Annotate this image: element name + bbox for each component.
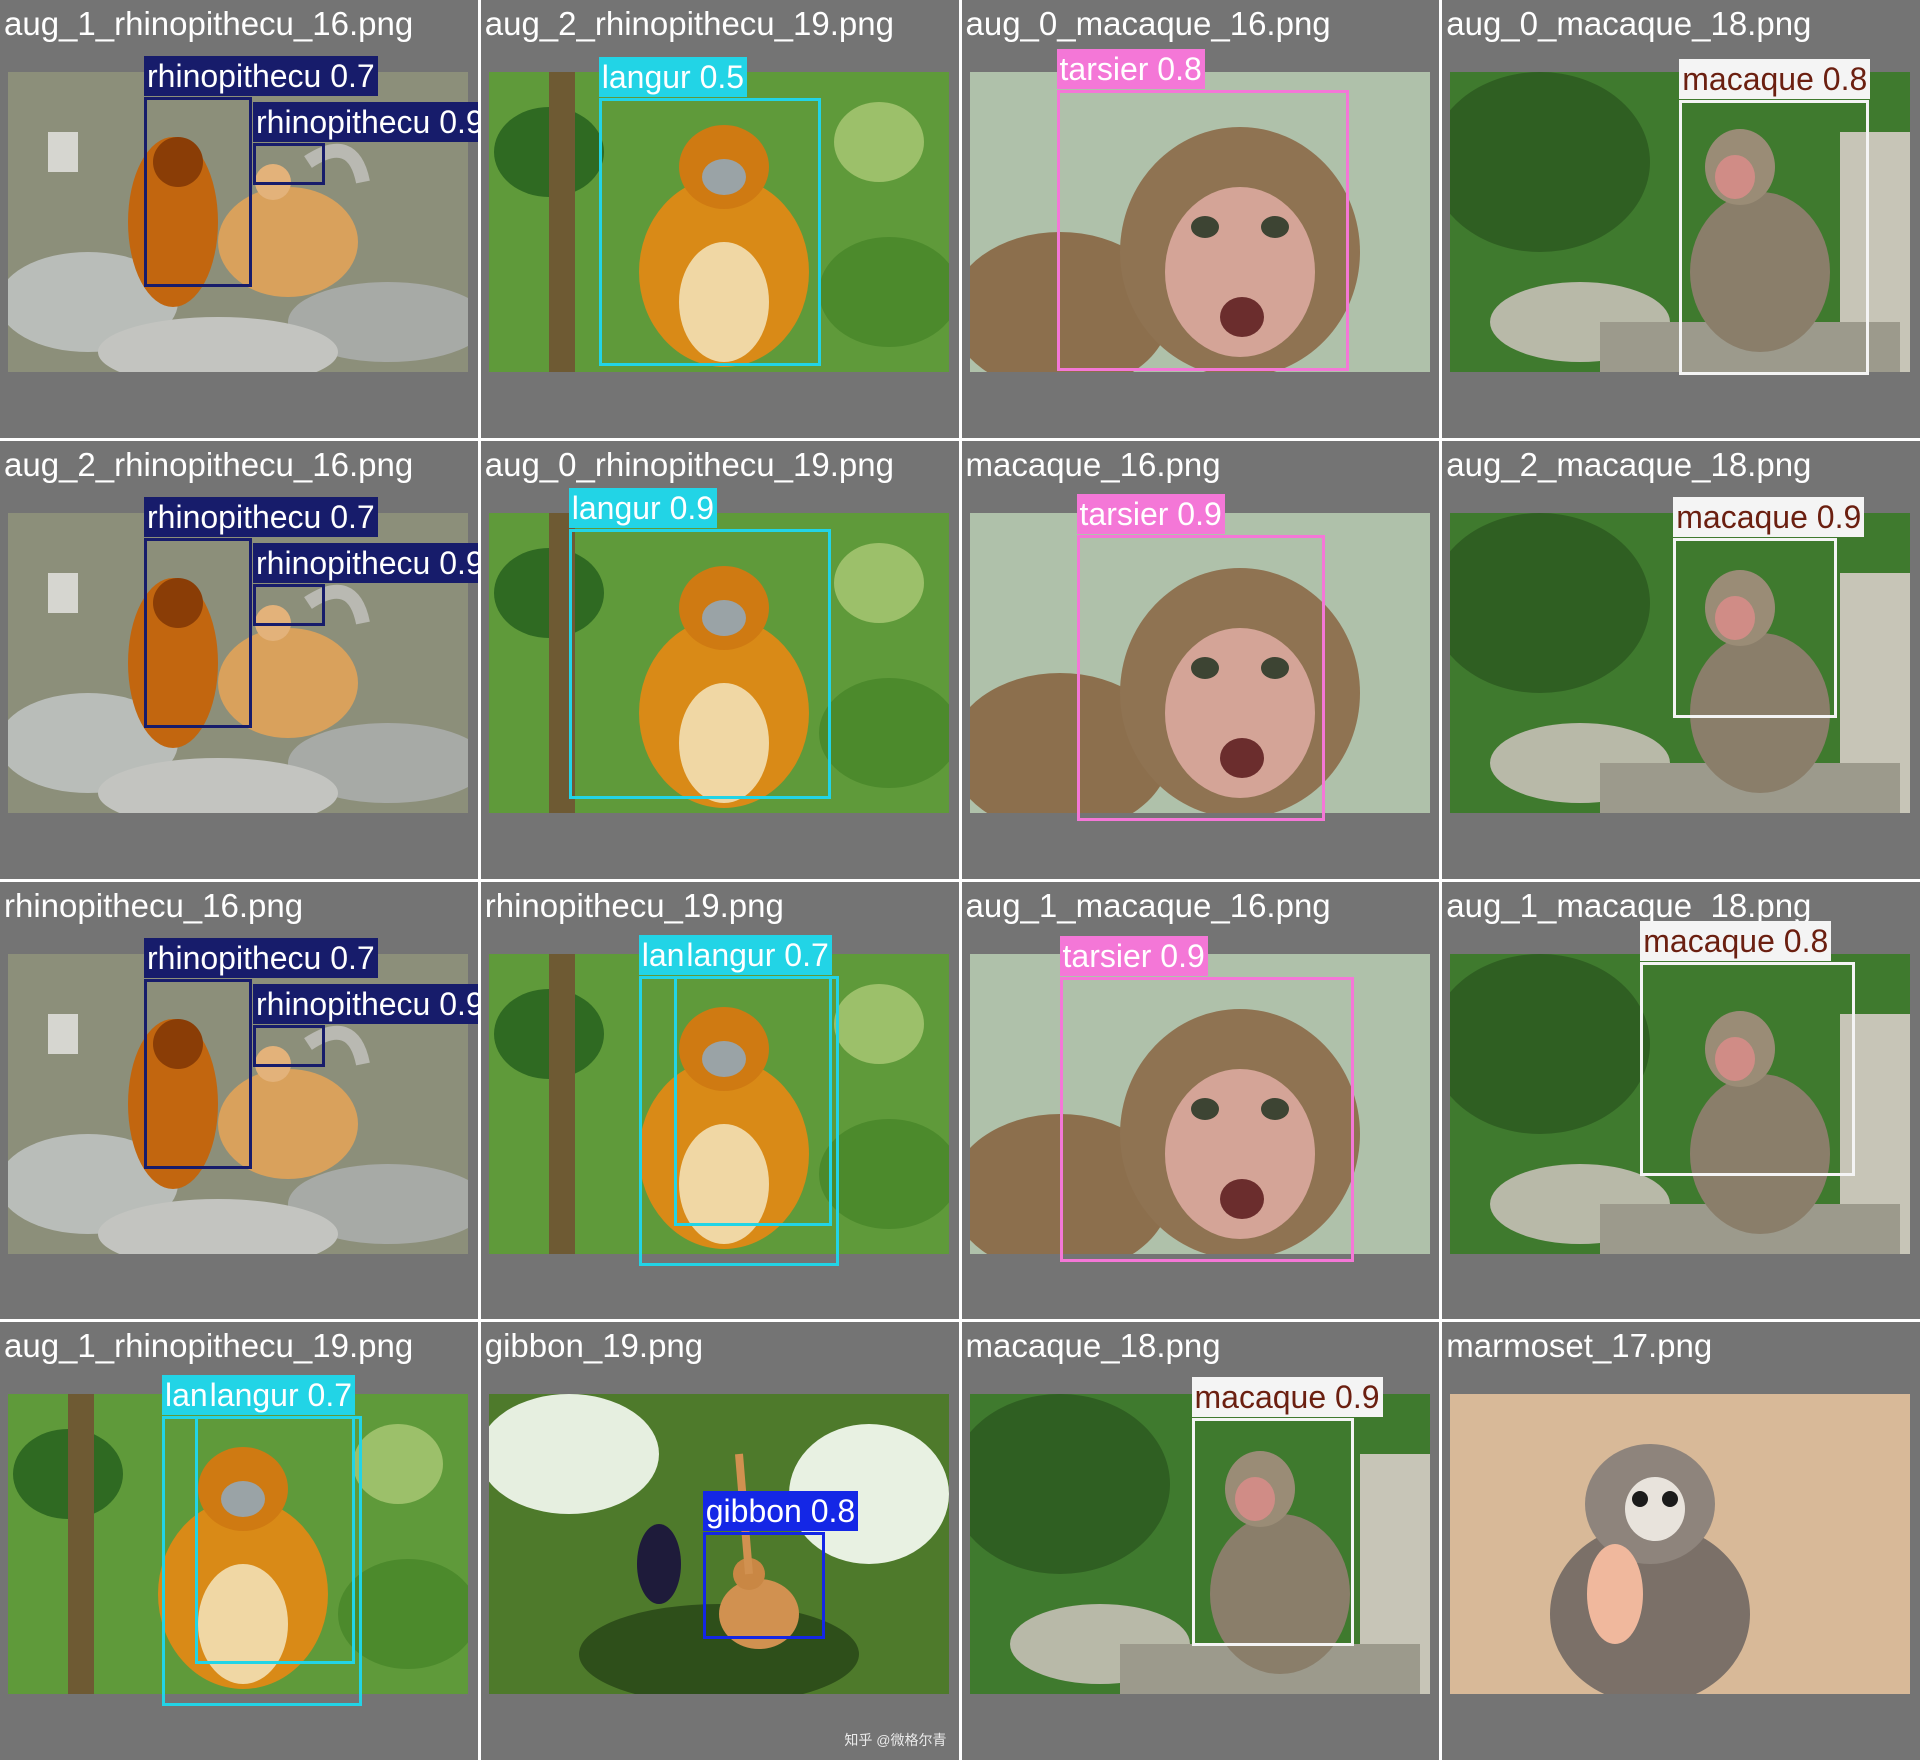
detection-label: macaque 0.8 <box>1679 59 1871 99</box>
image-filename: macaque_18.png <box>965 1327 1221 1365</box>
detection-label: langur 0.7 <box>683 934 832 975</box>
detection-label: rhinopithecu 0.7 <box>144 937 378 978</box>
detection-label: tarsier 0.9 <box>1076 493 1225 534</box>
grid-cell: macaque_18.png macaque 0.9 <box>961 1322 1440 1760</box>
detection-box: rhinopithecu 0.9 <box>253 983 478 1067</box>
monkey-photo <box>1450 1394 1911 1695</box>
grid-cell: gibbon_19.png gibbon 0.8 知乎 @微格尔青 <box>480 1322 959 1760</box>
detection-label: macaque 0.9 <box>1191 1377 1383 1418</box>
detection-box: rhinopithecu 0.9 <box>253 542 478 626</box>
detection-label: langur 0.7 <box>206 1375 355 1416</box>
watermark-text: 知乎 @微格尔青 <box>844 1732 947 1748</box>
detection-box: macaque 0.9 <box>1191 1377 1383 1647</box>
image-filename: gibbon_19.png <box>484 1327 704 1365</box>
detection-label: langur 0.9 <box>568 487 718 528</box>
detection-box: macaque 0.9 <box>1673 496 1865 718</box>
image-filename: aug_0_rhinopithecu_19.png <box>484 445 894 483</box>
detection-box: tarsier 0.8 <box>1056 49 1349 371</box>
detection-box: rhinopithecu 0.7 <box>144 496 378 728</box>
image-filename: aug_2_macaque_18.png <box>1446 445 1812 483</box>
grid-cell: aug_2_rhinopithecu_16.png rhinopithecu 0… <box>0 440 478 879</box>
detection-box: tarsier 0.9 <box>1076 493 1325 821</box>
grid-cell: aug_2_rhinopithecu_19.png langur 0.5 <box>480 0 959 438</box>
detection-box: rhinopithecu 0.9 <box>253 102 478 185</box>
grid-cell: aug_2_macaque_18.png macaque 0.9 <box>1442 440 1920 879</box>
grid-cell: aug_1_macaque_16.png tarsier 0.9 <box>961 881 1440 1320</box>
image-filename: aug_1_rhinopithecu_19.png <box>4 1327 414 1365</box>
image-filename: aug_1_rhinopithecu_16.png <box>4 5 414 42</box>
grid-cell: marmoset_17.png <box>1442 1322 1920 1760</box>
image-filename: aug_0_macaque_18.png <box>1446 5 1812 42</box>
detection-label: macaque 0.9 <box>1673 496 1865 537</box>
grid-cell: aug_1_rhinopithecu_16.png rhinopithecu 0… <box>0 0 478 438</box>
grid-cell: aug_0_macaque_16.png tarsier 0.8 <box>961 0 1440 438</box>
image-filename: rhinopithecu_19.png <box>484 886 784 924</box>
image-filename: aug_1_macaque_16.png <box>965 886 1331 924</box>
detection-box: rhinopithecu 0.7 <box>144 937 378 1169</box>
image-filename: rhinopithecu_16.png <box>4 886 304 924</box>
image-filename: macaque_16.png <box>965 445 1221 483</box>
grid-cell: aug_1_rhinopithecu_19.png langur 0.3 lan… <box>0 1322 478 1760</box>
grid-cell: aug_0_rhinopithecu_19.png langur 0.9 <box>480 440 959 879</box>
image-filename: aug_2_rhinopithecu_16.png <box>4 445 414 483</box>
grid-cell: rhinopithecu_16.png rhinopithecu 0.7 rhi… <box>0 881 478 1320</box>
detection-label: rhinopithecu 0.9 <box>253 983 478 1024</box>
detection-box: tarsier 0.9 <box>1059 935 1354 1262</box>
detection-box: macaque 0.8 <box>1679 59 1871 375</box>
detection-label: gibbon 0.8 <box>702 1491 859 1532</box>
detection-label: langur 0.5 <box>598 57 748 97</box>
detection-box: langur 0.9 <box>568 487 831 799</box>
detection-box: langur 0.5 <box>598 57 821 366</box>
prediction-grid: aug_1_rhinopithecu_16.png rhinopithecu 0… <box>0 0 1920 1760</box>
detection-box: rhinopithecu 0.7 <box>144 56 378 287</box>
detection-label: tarsier 0.9 <box>1059 935 1208 976</box>
grid-cell: aug_1_macaque_18.png macaque 0.8 <box>1442 881 1920 1320</box>
detection-box: gibbon 0.8 <box>702 1491 859 1640</box>
detection-box: macaque 0.8 <box>1640 920 1856 1176</box>
detection-label: rhinopithecu 0.9 <box>253 542 478 583</box>
image-filename: aug_2_rhinopithecu_19.png <box>484 5 894 42</box>
detection-label: rhinopithecu 0.9 <box>253 102 478 142</box>
image-filename: marmoset_17.png <box>1446 1327 1713 1365</box>
grid-cell: rhinopithecu_19.png langur 0.3 langur 0.… <box>480 881 959 1320</box>
detection-label: tarsier 0.8 <box>1056 49 1205 89</box>
detection-label: rhinopithecu 0.7 <box>144 496 378 537</box>
detection-box: langur 0.7 <box>673 934 832 1226</box>
detection-label: rhinopithecu 0.7 <box>144 56 378 96</box>
image-filename: aug_0_macaque_16.png <box>965 5 1331 42</box>
detection-label: macaque 0.8 <box>1640 920 1832 961</box>
detection-box: langur 0.7 <box>195 1375 355 1665</box>
grid-cell: macaque_16.png tarsier 0.9 <box>961 440 1440 879</box>
grid-cell: aug_0_macaque_18.png macaque 0.8 <box>1442 0 1920 438</box>
